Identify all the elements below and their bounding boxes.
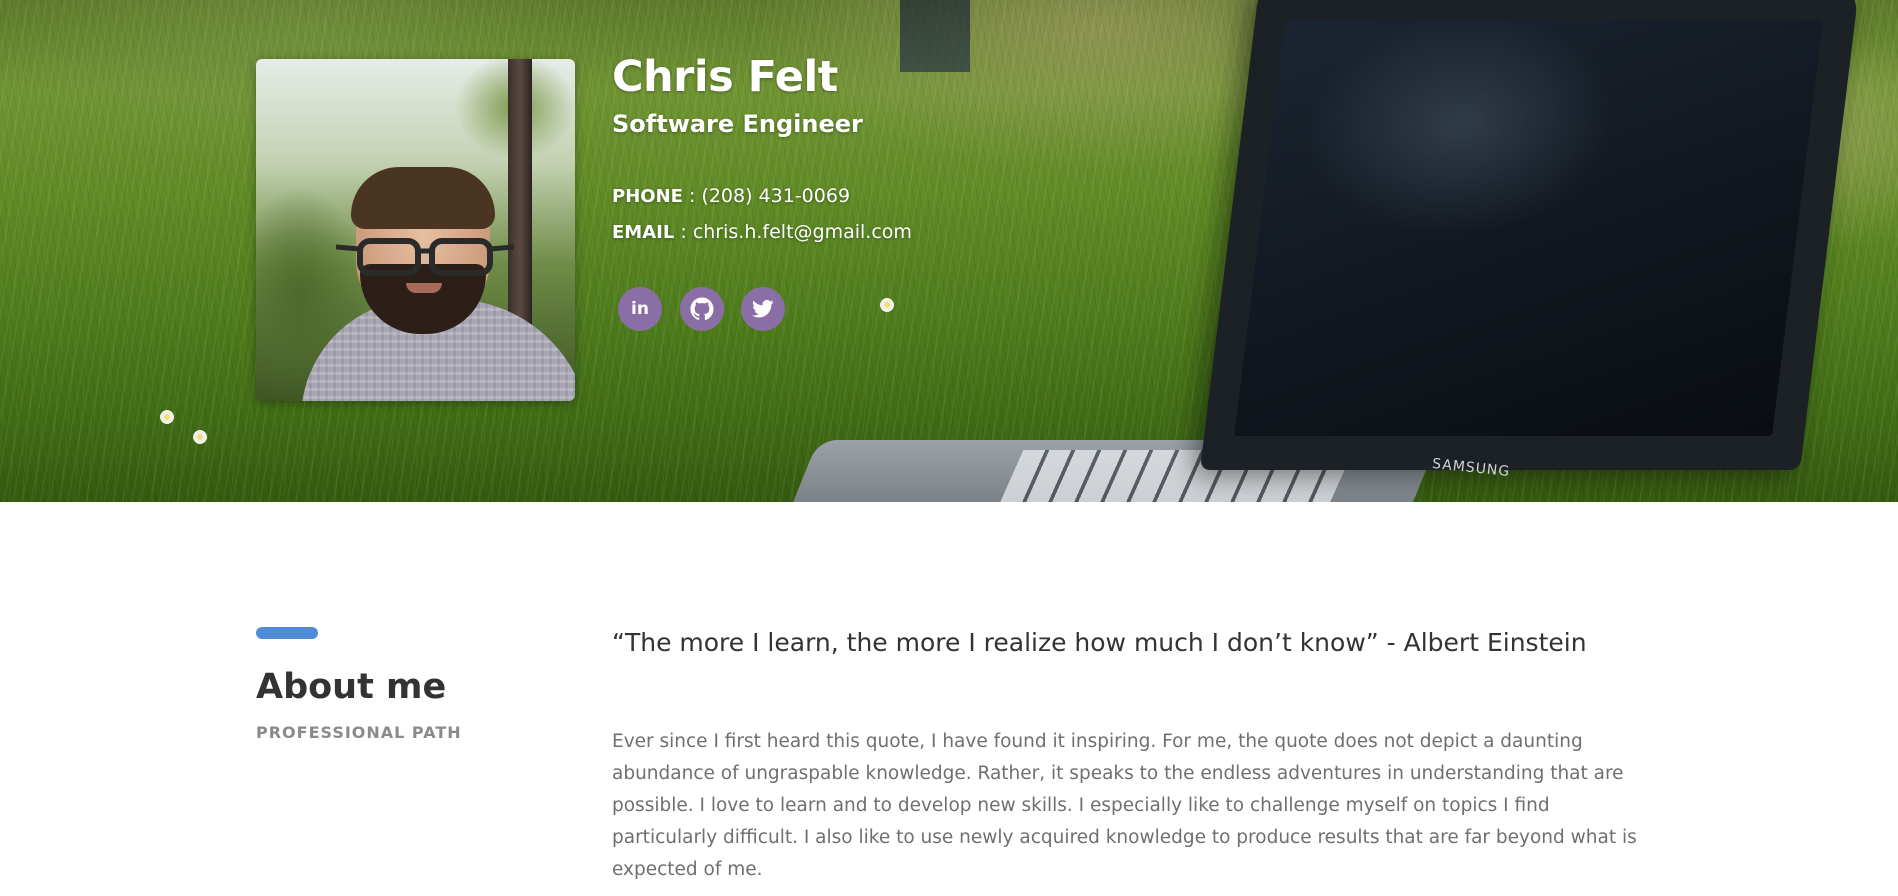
email-separator: : xyxy=(680,221,693,243)
about-quote: “The more I learn, the more I realize ho… xyxy=(612,628,1587,657)
email-label: EMAIL xyxy=(612,222,675,243)
contact-email: EMAIL : chris.h.felt@gmail.com xyxy=(612,221,912,243)
daisy-flower xyxy=(193,430,207,444)
email-value[interactable]: chris.h.felt@gmail.com xyxy=(693,221,912,243)
phone-label: PHONE xyxy=(612,186,683,207)
section-accent-bar xyxy=(256,627,318,639)
daisy-flower xyxy=(880,298,894,312)
github-icon xyxy=(690,297,714,321)
about-subheading: PROFESSIONAL PATH xyxy=(256,723,462,742)
phone-separator: : xyxy=(688,185,702,207)
photo-pole xyxy=(508,59,532,329)
laptop-lid xyxy=(1199,0,1861,470)
about-bio: Ever since I first heard this quote, I h… xyxy=(612,731,1637,880)
linkedin-button[interactable]: in xyxy=(618,287,662,331)
github-button[interactable] xyxy=(680,287,724,331)
phone-value[interactable]: (208) 431-0069 xyxy=(701,185,850,207)
twitter-button[interactable] xyxy=(741,287,785,331)
contact-phone: PHONE : (208) 431-0069 xyxy=(612,185,850,207)
photo-glasses xyxy=(336,238,514,276)
photo-foliage xyxy=(426,59,575,179)
about-heading: About me xyxy=(256,667,447,707)
photo-hair xyxy=(351,167,495,229)
linkedin-icon: in xyxy=(631,299,649,319)
photo-mouth xyxy=(406,283,442,293)
daisy-flower xyxy=(160,410,174,424)
profile-photo xyxy=(256,59,575,401)
twitter-icon xyxy=(752,299,774,318)
profile-name: Chris Felt xyxy=(612,52,838,102)
hero-banner: SAMSUNG Chris Felt Software Engineer PHO… xyxy=(0,0,1898,502)
background-bench xyxy=(900,0,970,72)
laptop-screen xyxy=(1234,20,1824,436)
profile-title: Software Engineer xyxy=(612,110,863,138)
